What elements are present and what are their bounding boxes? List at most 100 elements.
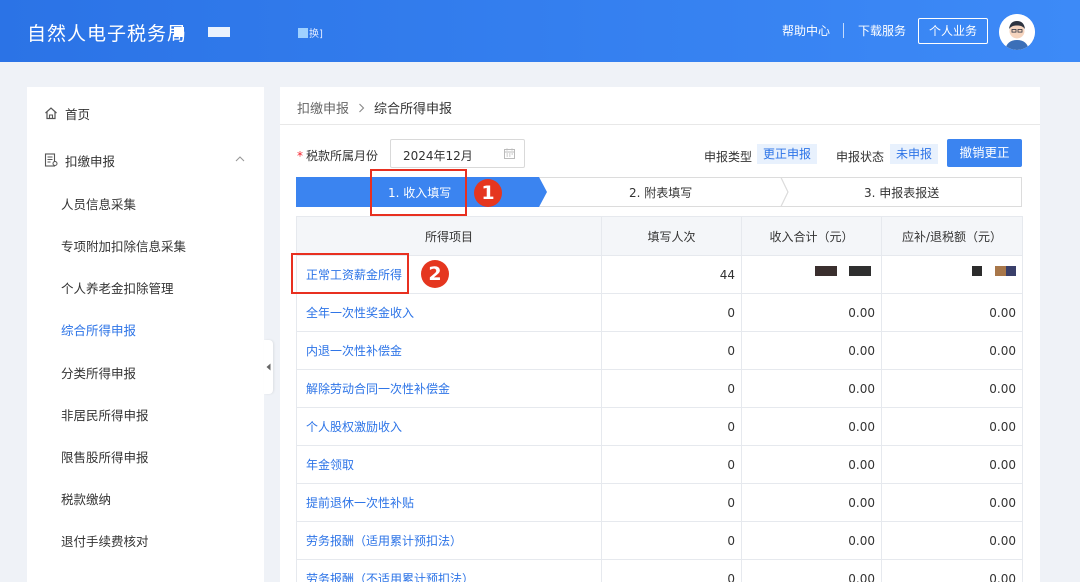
- table-row: 个人股权激励收入 0 0.00 0.00: [296, 407, 1023, 446]
- divider: [280, 124, 1040, 125]
- table-row: 解除劳动合同一次性补偿金 0 0.00 0.00: [296, 369, 1023, 408]
- switch-link[interactable]: 换]: [298, 25, 323, 40]
- tax-amount-cell: 0.00: [881, 521, 1023, 560]
- sidebar-item-withholding[interactable]: 扣缴申报: [27, 139, 264, 181]
- sidebar-item-personnel-info[interactable]: 人员信息采集: [27, 182, 264, 224]
- sidebar-item-label: 税款缴纳: [61, 492, 112, 507]
- column-header: 所得项目: [296, 216, 602, 256]
- redacted-block: [815, 266, 837, 276]
- help-center-link[interactable]: 帮助中心: [782, 22, 830, 39]
- income-item-link[interactable]: 解除劳动合同一次性补偿金: [296, 369, 602, 408]
- tax-month-picker[interactable]: 2024年12月: [390, 139, 525, 168]
- tax-amount-cell: 0.00: [881, 331, 1023, 370]
- income-item-link[interactable]: 个人股权激励收入: [296, 407, 602, 446]
- form-icon: [44, 153, 58, 167]
- tax-month-value: 2024年12月: [403, 149, 473, 163]
- cancel-correction-button[interactable]: 撤销更正: [947, 139, 1022, 167]
- declare-status-badge: 未申报: [890, 144, 939, 164]
- table-row: 内退一次性补偿金 0 0.00 0.00: [296, 331, 1023, 370]
- tax-amount-cell: 0.00: [881, 293, 1023, 332]
- home-icon: [45, 107, 57, 120]
- breadcrumb: 扣缴申报 综合所得申报: [297, 98, 452, 117]
- declare-type-badge: 更正申报: [757, 144, 818, 164]
- sidebar-item-home[interactable]: 首页: [27, 92, 264, 134]
- sidebar-item-restricted-stock[interactable]: 限售股所得申报: [27, 435, 264, 477]
- fill-count-cell: 0: [601, 369, 742, 408]
- step-schedule[interactable]: 2. 附表填写: [629, 184, 692, 201]
- user-avatar-icon: [999, 14, 1035, 50]
- income-total-cell: 0.00: [741, 369, 882, 408]
- income-item-link[interactable]: 年金领取: [296, 445, 602, 484]
- sidebar-item-comprehensive-income[interactable]: 综合所得申报: [27, 308, 264, 350]
- download-service-link[interactable]: 下载服务: [858, 22, 906, 39]
- calendar-icon: [504, 148, 515, 159]
- sidebar-item-pension-deduction[interactable]: 个人养老金扣除管理: [27, 266, 264, 308]
- declare-status-label: 申报状态: [836, 150, 885, 164]
- table-row: 劳务报酬（适用累计预扣法） 0 0.00 0.00: [296, 521, 1023, 560]
- income-total-cell: 0.00: [741, 521, 882, 560]
- required-mark: *: [297, 149, 303, 163]
- tax-amount-cell: 0.00: [881, 483, 1023, 522]
- income-item-link[interactable]: 全年一次性奖金收入: [296, 293, 602, 332]
- sidebar-item-label: 人员信息采集: [61, 197, 137, 212]
- highlight-box-row: [291, 253, 409, 294]
- redacted-block: [174, 27, 184, 37]
- switch-label: 换]: [309, 29, 323, 40]
- column-header: 填写人次: [601, 216, 742, 256]
- step-submit[interactable]: 3. 申报表报送: [864, 184, 939, 201]
- table-row: 全年一次性奖金收入 0 0.00 0.00: [296, 293, 1023, 332]
- sidebar-collapse-toggle[interactable]: [264, 340, 273, 394]
- header-divider: [843, 23, 844, 38]
- income-item-link[interactable]: 劳务报酬（适用累计预扣法）: [296, 521, 602, 560]
- main-panel: 扣缴申报 综合所得申报 * 税款所属月份 2024年12月 申报类型 更正申报 申…: [280, 87, 1040, 582]
- tax-amount-cell: 0.00: [881, 407, 1023, 446]
- income-item-link[interactable]: 内退一次性补偿金: [296, 331, 602, 370]
- sidebar-item-label: 限售股所得申报: [61, 450, 149, 465]
- fill-count-cell: 0: [601, 445, 742, 484]
- redacted-block: [995, 266, 1006, 276]
- chevron-up-icon: [235, 156, 245, 162]
- tax-amount-cell: 0.00: [881, 369, 1023, 408]
- redacted-block: [972, 266, 982, 276]
- top-header: 自然人电子税务局 换] 帮助中心 下载服务 个人业务: [0, 0, 1080, 62]
- table-row: 提前退休一次性补贴 0 0.00 0.00: [296, 483, 1023, 522]
- tax-month-label: * 税款所属月份: [297, 149, 379, 163]
- redacted-block: [298, 27, 308, 38]
- avatar[interactable]: [999, 14, 1035, 50]
- annotation-badge-1: 1: [474, 179, 502, 207]
- income-item-link[interactable]: 劳务报酬（不适用累计预扣法）: [296, 559, 602, 582]
- highlight-box-step: [370, 169, 467, 216]
- fill-count-cell: 0: [601, 521, 742, 560]
- sidebar-item-special-deduction[interactable]: 专项附加扣除信息采集: [27, 224, 264, 266]
- personal-business-button[interactable]: 个人业务: [918, 18, 988, 44]
- redacted-block: [849, 266, 871, 276]
- breadcrumb-current: 综合所得申报: [374, 102, 453, 117]
- breadcrumb-parent[interactable]: 扣缴申报: [297, 98, 349, 117]
- sidebar-item-refund-fee-check[interactable]: 退付手续费核对: [27, 519, 264, 561]
- fill-count-cell: 0: [601, 331, 742, 370]
- income-item-link[interactable]: 提前退休一次性补贴: [296, 483, 602, 522]
- fill-count-cell: 0: [601, 293, 742, 332]
- table-row: 年金领取 0 0.00 0.00: [296, 445, 1023, 484]
- declare-type-label: 申报类型: [704, 150, 753, 164]
- fill-count-cell: 0: [601, 407, 742, 446]
- sidebar-item-nonresident-income[interactable]: 非居民所得申报: [27, 393, 264, 435]
- fill-count-cell: 0: [601, 483, 742, 522]
- sidebar-item-label: 分类所得申报: [61, 366, 137, 381]
- income-total-cell: 0.00: [741, 293, 882, 332]
- annotation-badge-2: 2: [421, 260, 449, 288]
- income-total-cell: 0.00: [741, 559, 882, 582]
- sidebar-item-tax-payment[interactable]: 税款缴纳: [27, 477, 264, 519]
- tax-amount-cell: 0.00: [881, 559, 1023, 582]
- sidebar-item-label: 个人养老金扣除管理: [61, 281, 174, 296]
- table-row: 劳务报酬（不适用累计预扣法） 0 0.00 0.00: [296, 559, 1023, 582]
- income-total-cell: 0.00: [741, 483, 882, 522]
- sidebar-item-label: 专项附加扣除信息采集: [61, 239, 187, 254]
- sidebar-item-label: 首页: [65, 107, 91, 122]
- sidebar-item-label: 综合所得申报: [61, 323, 137, 338]
- income-total-cell: [741, 255, 882, 294]
- fill-count-cell: 44: [601, 255, 742, 294]
- sidebar-item-label: 退付手续费核对: [61, 534, 149, 549]
- sidebar-item-classified-income[interactable]: 分类所得申报: [27, 351, 264, 393]
- table-header-row: 所得项目 填写人次 收入合计（元） 应补/退税额（元）: [296, 216, 1023, 256]
